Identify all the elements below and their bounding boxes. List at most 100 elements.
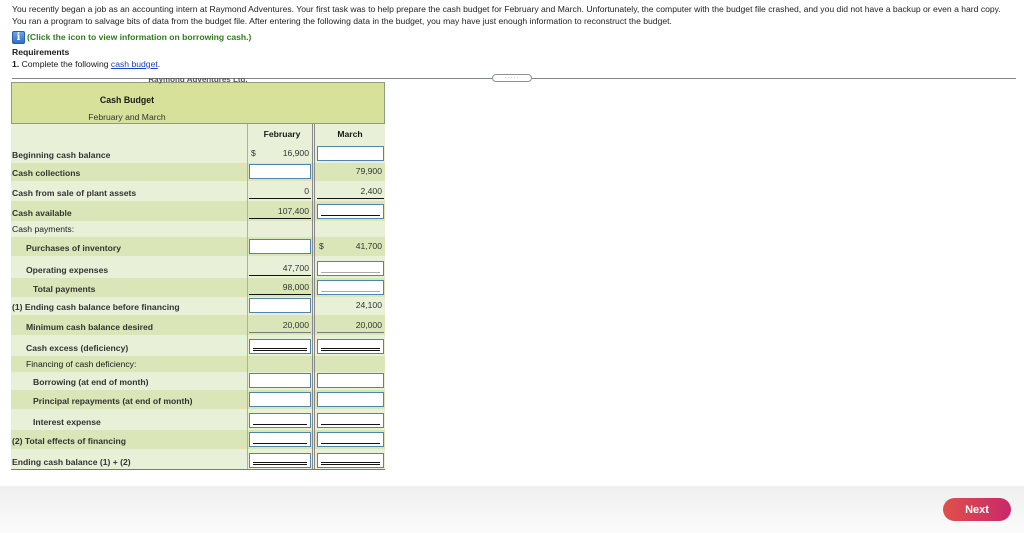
mar-input[interactable] <box>317 204 384 219</box>
row-label: Ending cash balance (1) + (2) <box>12 457 131 467</box>
mar-input[interactable] <box>317 413 384 428</box>
underline-mark <box>321 291 380 292</box>
budget-row: Cash collections 79,900 <box>11 163 385 181</box>
budget-row: Financing of cash deficiency: <box>11 356 385 372</box>
row-label: Operating expenses <box>26 265 109 275</box>
currency-symbol: $ <box>319 241 324 251</box>
row-label: Interest expense <box>33 417 101 427</box>
underline-mark <box>253 443 307 444</box>
row-label: Cash collections <box>12 168 81 178</box>
requirement-text: Complete the following <box>21 59 109 69</box>
budget-row: Cash excess (deficiency) <box>11 335 385 356</box>
row-label: Cash excess (deficiency) <box>26 343 129 353</box>
mar-input[interactable] <box>317 261 384 276</box>
borrowing-info-text[interactable]: (Click the icon to view information on b… <box>27 32 251 42</box>
row-label: Total payments <box>33 284 96 294</box>
footer-bar <box>0 486 1024 533</box>
mar-input[interactable] <box>317 373 384 388</box>
cash-budget-link[interactable]: cash budget <box>111 59 158 69</box>
budget-row: (2) Total effects of financing <box>11 430 385 449</box>
budget-header: Raymond Adventures Ltd. Cash Budget Febr… <box>11 78 385 124</box>
company-name: Raymond Adventures Ltd. <box>148 78 248 84</box>
feb-input[interactable] <box>249 239 311 254</box>
requirement-1: 1. Complete the following cash budget. <box>12 59 160 69</box>
column-header-february: February <box>263 129 301 139</box>
budget-row: Beginning cash balance $16,900 <box>11 145 385 163</box>
mar-value-cell: 24,100 <box>317 298 384 313</box>
mar-value: 20,000 <box>355 320 382 330</box>
column-header-march: March <box>337 129 363 139</box>
feb-input[interactable] <box>249 298 311 313</box>
problem-description: You recently began a job as an accountin… <box>12 4 1001 26</box>
feb-value: 16,900 <box>282 148 309 158</box>
feb-input[interactable] <box>249 164 311 179</box>
column-divider-double <box>312 124 315 470</box>
mar-input[interactable] <box>317 280 384 295</box>
budget-row: Operating expenses 47,700 <box>11 256 385 278</box>
underline-mark <box>253 424 307 425</box>
mar-value-cell: $41,700 <box>317 239 384 254</box>
feb-value-cell: 20,000 <box>249 318 311 333</box>
row-label: Purchases of inventory <box>26 243 122 253</box>
budget-row: Minimum cash balance desired 20,000 20,000 <box>11 315 385 335</box>
mar-input[interactable] <box>317 146 384 161</box>
feb-value: 47,700 <box>282 263 309 273</box>
column-divider <box>247 124 248 470</box>
borrowing-info-link[interactable]: i (Click the icon to view information on… <box>12 30 251 44</box>
budget-period: February and March <box>88 112 166 122</box>
table-bottom-border <box>11 469 385 470</box>
budget-row: Cash available 107,400 <box>11 201 385 221</box>
mar-value-cell: 79,900 <box>317 164 384 179</box>
budget-row: Ending cash balance (1) + (2) <box>11 449 385 470</box>
row-label: Cash available <box>12 208 72 218</box>
budget-row: Cash from sale of plant assets 0 2,400 <box>11 181 385 201</box>
underline-mark <box>321 424 380 425</box>
budget-row: Cash payments: <box>11 221 385 237</box>
feb-input[interactable] <box>249 413 311 428</box>
mar-value: 79,900 <box>355 166 382 176</box>
mar-value: 41,700 <box>355 241 382 251</box>
budget-row: Principal repayments (at end of month) <box>11 390 385 409</box>
mar-input[interactable] <box>317 453 384 468</box>
row-label: Cash from sale of plant assets <box>12 188 137 198</box>
row-label: Cash payments: <box>12 224 75 234</box>
underline-mark <box>321 272 380 273</box>
mar-input[interactable] <box>317 432 384 447</box>
feb-value-cell: 107,400 <box>249 204 311 219</box>
expand-toggle[interactable]: ····· <box>492 74 532 82</box>
feb-value-cell: 98,000 <box>249 280 311 295</box>
underline-mark <box>321 215 380 216</box>
mar-input[interactable] <box>317 339 384 354</box>
feb-input[interactable] <box>249 453 311 468</box>
feb-value: 0 <box>304 186 309 196</box>
budget-title: Cash Budget <box>99 95 155 105</box>
requirement-end: . <box>157 59 161 69</box>
underline-mark <box>321 443 380 444</box>
feb-value-cell: 0 <box>249 184 311 199</box>
budget-row: Purchases of inventory $41,700 <box>11 237 385 256</box>
mar-value: 24,100 <box>355 300 382 310</box>
underline-mark <box>253 462 307 465</box>
feb-value: 107,400 <box>277 206 309 216</box>
mar-input[interactable] <box>317 392 384 407</box>
mar-value: 2,400 <box>360 186 382 196</box>
feb-input[interactable] <box>249 339 311 354</box>
budget-row: Interest expense <box>11 409 385 430</box>
info-icon[interactable]: i <box>12 30 25 44</box>
underline-mark <box>253 348 307 351</box>
next-button[interactable]: Next <box>943 498 1011 521</box>
feb-input[interactable] <box>249 373 311 388</box>
row-label: (1) Ending cash balance before financing <box>12 302 180 312</box>
row-label: Borrowing (at end of month) <box>33 377 149 387</box>
feb-value: 98,000 <box>282 282 309 292</box>
row-label: Financing of cash deficiency: <box>26 359 137 369</box>
requirement-number: 1. <box>12 59 20 69</box>
feb-input[interactable] <box>249 392 311 407</box>
requirements-heading: Requirements <box>12 47 70 57</box>
mar-value-cell: 2,400 <box>317 184 384 199</box>
cash-budget-table: Raymond Adventures Ltd. Cash Budget Febr… <box>11 78 385 470</box>
budget-row: Total payments 98,000 <box>11 278 385 297</box>
feb-value-cell: 47,700 <box>249 261 311 276</box>
feb-input[interactable] <box>249 432 311 447</box>
feb-value-cell: $16,900 <box>249 146 311 161</box>
